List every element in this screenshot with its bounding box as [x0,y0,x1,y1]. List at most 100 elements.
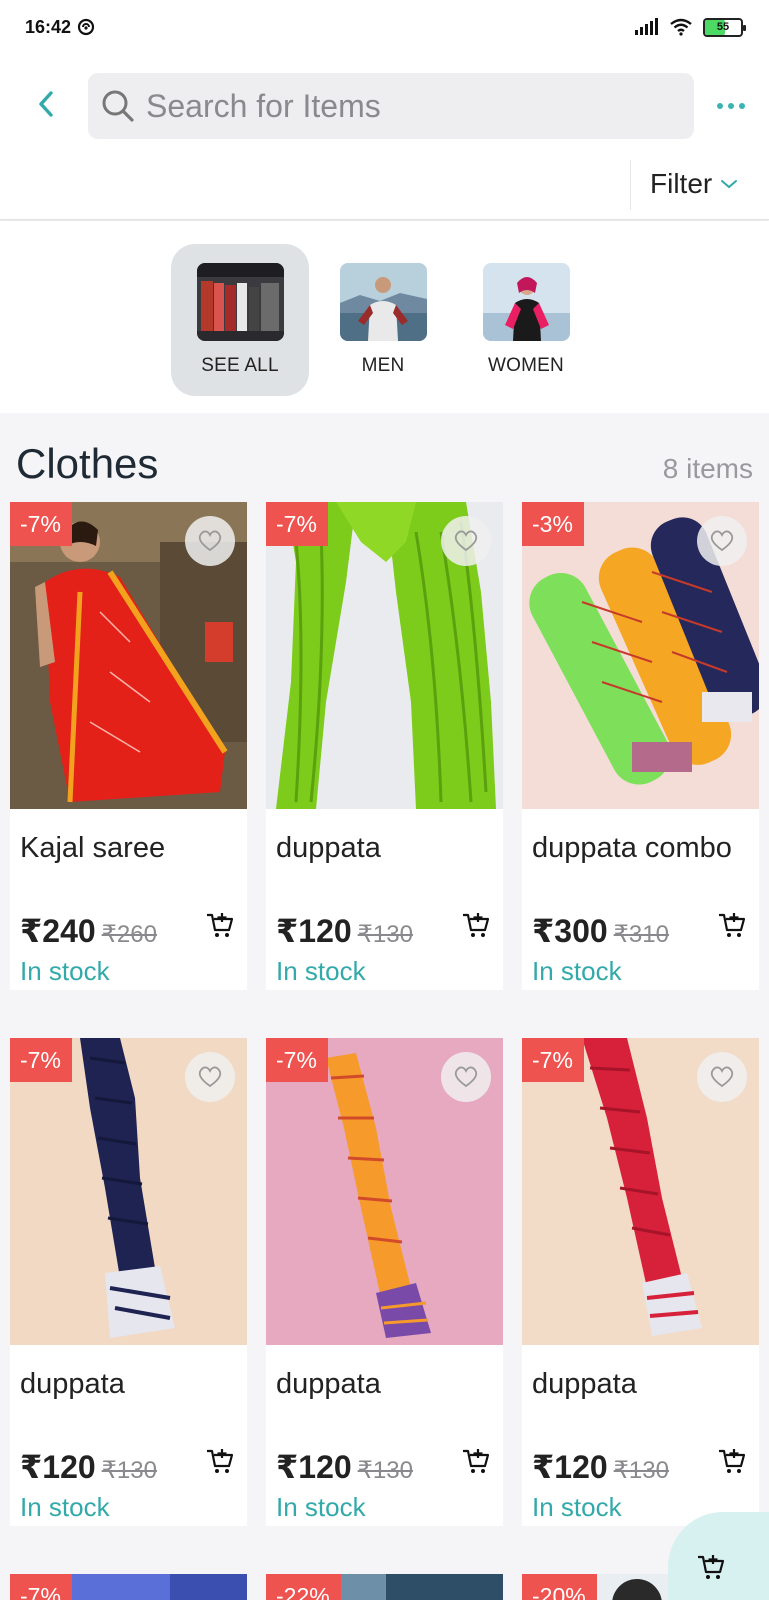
app-header: Filter [0,54,769,220]
stock-status: In stock [532,1492,622,1522]
stock-status: In stock [276,956,366,986]
back-button[interactable] [28,86,64,122]
price-row: ₹120 ₹130 [276,1448,413,1486]
filter-button[interactable]: Filter [650,164,738,204]
add-to-cart-icon[interactable] [205,910,235,940]
app-root: 16:42 55 Filter [0,0,769,1600]
price-row: ₹240 ₹260 [20,912,157,950]
status-right: 55 [635,17,746,37]
men-thumbnail [339,263,427,341]
product-card[interactable]: -7% duppata ₹120 ₹130 In stock [522,1038,759,1526]
favorite-button[interactable] [697,516,747,566]
favorite-button[interactable] [441,516,491,566]
product-name: duppata [276,832,381,864]
filter-divider [630,160,631,210]
discount-badge: -3% [522,502,584,546]
wifi-icon [670,18,692,36]
signal-icon [635,18,658,35]
original-price: ₹130 [357,1457,413,1484]
product-name: duppata [276,1368,381,1400]
filter-label: Filter [650,168,713,199]
see-all-thumbnail [196,263,284,341]
category-men[interactable]: MEN [314,244,452,396]
heart-icon [198,530,222,552]
add-to-cart-icon[interactable] [461,910,491,940]
category-label: MEN [361,355,405,376]
status-bar: 16:42 55 [0,0,769,54]
search-bar[interactable] [88,73,694,139]
price: ₹120 [276,913,352,949]
heart-icon [198,1066,222,1088]
product-name: duppata [532,1368,637,1400]
status-left: 16:42 [25,17,95,38]
product-card[interactable]: -7% Kajal saree ₹240 ₹260 In stock [10,502,247,990]
discount-badge: -7% [10,502,72,546]
category-women[interactable]: WOMEN [457,244,595,396]
product-image: -7% [266,1038,503,1345]
product-row-partial: -7% -22% -20% [10,1574,760,1600]
item-count: 8 items [662,453,753,484]
product-image: -7% [522,1038,759,1345]
category-label: WOMEN [488,355,564,376]
dot [717,103,723,109]
battery-level: 55 [716,21,730,33]
original-price: ₹130 [101,1457,157,1484]
category-bar: SEE ALL MEN WOMEN [0,221,769,413]
chevron-down-icon [721,180,738,189]
discount-badge: -7% [266,1038,328,1082]
discount-badge: -7% [10,1574,72,1600]
category-label: SEE ALL [201,355,279,376]
cart-icon [698,1555,725,1579]
dot [728,103,734,109]
add-to-cart-icon[interactable] [717,910,747,940]
add-to-cart-icon[interactable] [205,1446,235,1476]
price-row: ₹120 ₹130 [532,1448,669,1486]
status-time: 16:42 [25,16,72,37]
product-name: duppata combo [532,832,732,864]
original-price: ₹130 [613,1457,669,1484]
discount-badge: -7% [10,1038,72,1082]
stock-status: In stock [20,1492,110,1522]
price: ₹120 [532,1449,608,1485]
heart-icon [710,1066,734,1088]
product-card[interactable]: -7% [10,1574,247,1600]
product-grid: -7% Kajal saree ₹240 ₹260 In stock -7% d… [10,502,760,1526]
product-card[interactable]: -7% duppata ₹120 ₹130 In stock [266,1038,503,1526]
stock-status: In stock [20,956,110,986]
discount-badge: -7% [522,1038,584,1082]
original-price: ₹310 [613,921,669,948]
original-price: ₹130 [357,921,413,948]
heart-icon [454,530,478,552]
section-title: Clothes [16,440,159,487]
product-image: -3% [522,502,759,809]
chevron-left-icon [39,91,53,117]
category-see-all[interactable]: SEE ALL [171,244,309,396]
search-input[interactable] [146,87,666,125]
search-icon [102,90,134,122]
more-options-button[interactable] [713,94,749,118]
product-image: -7% [10,1038,247,1345]
add-to-cart-icon[interactable] [461,1446,491,1476]
product-card[interactable]: -7% duppata ₹120 ₹130 In stock [266,502,503,990]
price: ₹120 [20,1449,96,1485]
favorite-button[interactable] [697,1052,747,1102]
product-card[interactable]: -3% duppata combo ₹300 ₹310 In stock [522,502,759,990]
price: ₹240 [20,913,96,949]
data-saver-icon [77,18,95,36]
product-card[interactable]: -7% duppata ₹120 ₹130 In stock [10,1038,247,1526]
price-row: ₹120 ₹130 [276,912,413,950]
add-to-cart-icon[interactable] [717,1446,747,1476]
product-image: -7% [266,502,503,809]
stock-status: In stock [276,1492,366,1522]
favorite-button[interactable] [185,1052,235,1102]
favorite-button[interactable] [185,516,235,566]
heart-icon [454,1066,478,1088]
women-thumbnail [482,263,570,341]
favorite-button[interactable] [441,1052,491,1102]
product-name: duppata [20,1368,125,1400]
price-row: ₹120 ₹130 [20,1448,157,1486]
section-header: Clothes 8 items [16,440,753,488]
discount-badge: -20% [522,1574,597,1600]
product-card[interactable]: -22% [266,1574,503,1600]
heart-icon [710,530,734,552]
